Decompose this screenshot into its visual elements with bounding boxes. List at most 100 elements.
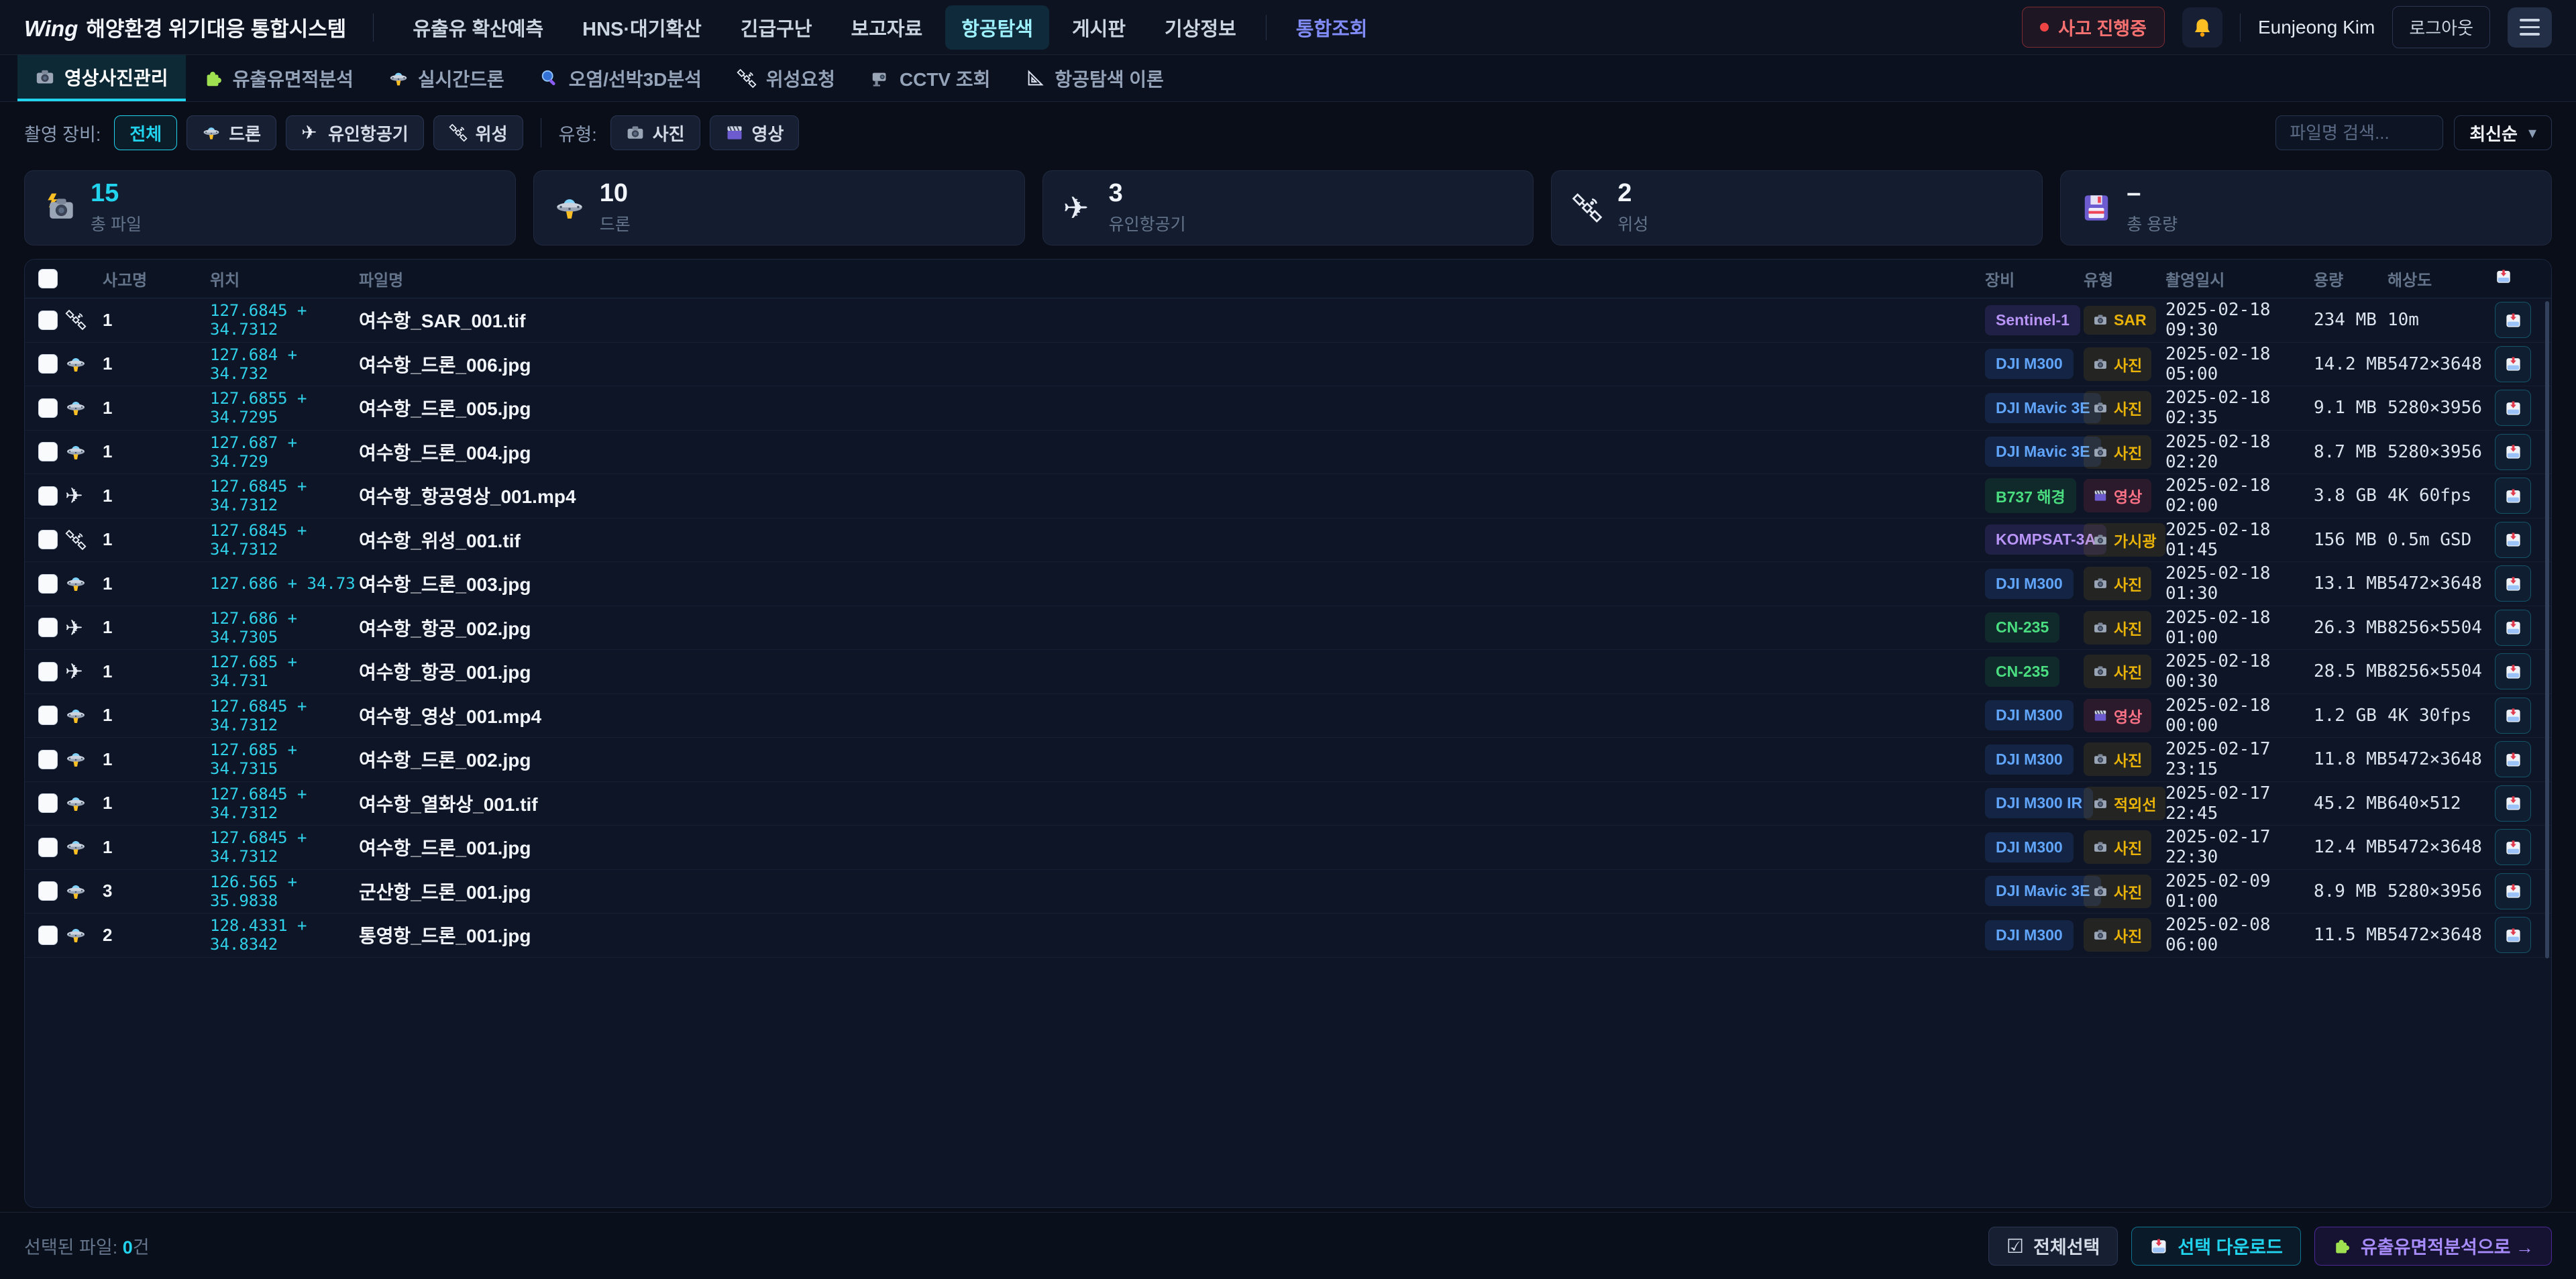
download-button[interactable] [2495, 741, 2531, 777]
tab-실시간드론[interactable]: 실시간드론 [371, 55, 522, 101]
row-checkbox[interactable] [38, 750, 58, 769]
location-cell[interactable]: 126.565 + 35.9838 [210, 873, 359, 910]
notifications-button[interactable] [2182, 7, 2222, 48]
table-row[interactable]: 1127.6845 + 34.7312여수항_열화상_001.tifDJI M3… [25, 782, 2551, 826]
table-row[interactable]: 1127.684 + 34.732여수항_드론_006.jpgDJI M300사… [25, 343, 2551, 387]
location-cell[interactable]: 127.6845 + 34.7312 [210, 477, 359, 514]
download-selected-button[interactable]: 선택 다운로드 [2131, 1227, 2301, 1266]
row-checkbox[interactable] [38, 398, 58, 418]
menu-button[interactable] [2508, 7, 2552, 48]
table-row[interactable]: ✈1127.686 + 34.7305여수항_항공_002.jpgCN-235사… [25, 606, 2551, 651]
row-checkbox[interactable] [38, 926, 58, 945]
equipment-filter-드론[interactable]: 드론 [186, 115, 276, 150]
row-checkbox[interactable] [38, 838, 58, 857]
table-row[interactable]: 2128.4331 + 34.8342통영항_드론_001.jpgDJI M30… [25, 913, 2551, 958]
sort-dropdown[interactable]: 최신순 ▾ [2454, 115, 2552, 150]
location-cell[interactable]: 128.4331 + 34.8342 [210, 916, 359, 954]
go-to-oil-area-analysis-button[interactable]: 유출유면적분석으로 → [2314, 1227, 2552, 1266]
drone-icon [65, 705, 87, 726]
table-row[interactable]: ✈1127.6845 + 34.7312여수항_항공영상_001.mp4B737… [25, 474, 2551, 518]
row-checkbox[interactable] [38, 354, 58, 374]
location-cell[interactable]: 127.684 + 34.732 [210, 345, 359, 383]
nav-item-HNS·대기확산[interactable]: HNS·대기확산 [566, 5, 718, 50]
location-cell[interactable]: 127.6845 + 34.7312 [210, 301, 359, 339]
select-all-button[interactable]: ☑ 전체선택 [1988, 1227, 2118, 1266]
tab-유출유면적분석[interactable]: 유출유면적분석 [186, 55, 371, 101]
nav-item-통합조회[interactable]: 통합조회 [1280, 5, 1384, 50]
row-checkbox[interactable] [38, 662, 58, 681]
search-input[interactable] [2275, 115, 2443, 150]
row-checkbox[interactable] [38, 311, 58, 330]
table-row[interactable]: ✈1127.685 + 34.731여수항_항공_001.jpgCN-235사진… [25, 650, 2551, 694]
download-button[interactable] [2495, 873, 2531, 909]
download-button[interactable] [2495, 698, 2531, 734]
resolution-cell: 10m [2387, 310, 2495, 330]
location-cell[interactable]: 127.6845 + 34.7312 [210, 828, 359, 866]
drone-icon [388, 68, 409, 89]
equipment-filter-위성[interactable]: 위성 [433, 115, 523, 150]
row-checkbox[interactable] [38, 442, 58, 461]
download-button[interactable] [2495, 785, 2531, 822]
tab-항공탐색 이론[interactable]: 항공탐색 이론 [1008, 55, 1181, 101]
header-checkbox[interactable] [38, 269, 58, 288]
nav-item-게시판[interactable]: 게시판 [1056, 5, 1142, 50]
download-button[interactable] [2495, 917, 2531, 953]
nav-item-기상정보[interactable]: 기상정보 [1148, 5, 1252, 50]
tab-오염/선박3D분석[interactable]: 오염/선박3D분석 [522, 55, 719, 101]
location-cell[interactable]: 127.685 + 34.731 [210, 653, 359, 690]
location-cell[interactable]: 127.6855 + 34.7295 [210, 389, 359, 427]
table-row[interactable]: 1127.6845 + 34.7312여수항_위성_001.tifKOMPSAT… [25, 518, 2551, 563]
table-row[interactable]: 1127.6845 + 34.7312여수항_드론_001.jpgDJI M30… [25, 826, 2551, 870]
download-button[interactable] [2495, 829, 2531, 865]
type-filter-사진[interactable]: 사진 [610, 115, 700, 150]
tab-위성요청[interactable]: 위성요청 [719, 55, 853, 101]
row-checkbox[interactable] [38, 618, 58, 637]
row-checkbox[interactable] [38, 881, 58, 901]
table-row[interactable]: 1127.687 + 34.729여수항_드론_004.jpgDJI Mavic… [25, 431, 2551, 475]
filename-cell: 여수항_SAR_001.tif [359, 307, 1985, 333]
equipment-filter-유인항공기[interactable]: ✈유인항공기 [286, 115, 424, 150]
download-button[interactable] [2495, 390, 2531, 426]
scrollbar[interactable] [2545, 301, 2549, 958]
row-checkbox[interactable] [38, 530, 58, 549]
nav-item-항공탐색[interactable]: 항공탐색 [945, 5, 1049, 50]
download-button[interactable] [2495, 478, 2531, 514]
download-button[interactable] [2495, 346, 2531, 382]
nav-item-보고자료[interactable]: 보고자료 [835, 5, 939, 50]
location-cell[interactable]: 127.687 + 34.729 [210, 433, 359, 471]
table-row[interactable]: 1127.685 + 34.7315여수항_드론_002.jpgDJI M300… [25, 738, 2551, 782]
tab-CCTV 조회[interactable]: CCTV 조회 [853, 55, 1008, 101]
row-checkbox[interactable] [38, 793, 58, 813]
nav-item-유출유 확산예측[interactable]: 유출유 확산예측 [396, 5, 559, 50]
location-cell[interactable]: 127.6845 + 34.7312 [210, 697, 359, 734]
location-cell[interactable]: 127.6845 + 34.7312 [210, 521, 359, 559]
equipment-filter-전체[interactable]: 전체 [114, 115, 177, 150]
table-row[interactable]: 3126.565 + 35.9838군산항_드론_001.jpgDJI Mavi… [25, 870, 2551, 914]
table-row[interactable]: 1127.6855 + 34.7295여수항_드론_005.jpgDJI Mav… [25, 386, 2551, 431]
logout-button[interactable]: 로그아웃 [2392, 6, 2490, 48]
download-button[interactable] [2495, 565, 2531, 602]
location-cell[interactable]: 127.686 + 34.73 [210, 574, 359, 593]
download-button[interactable] [2495, 522, 2531, 558]
nav-item-긴급구난[interactable]: 긴급구난 [724, 5, 828, 50]
download-button[interactable] [2495, 653, 2531, 689]
row-checkbox[interactable] [38, 486, 58, 506]
location-cell[interactable]: 127.685 + 34.7315 [210, 740, 359, 778]
row-checkbox[interactable] [38, 706, 58, 725]
table-row[interactable]: 1127.6845 + 34.7312여수항_SAR_001.tifSentin… [25, 298, 2551, 343]
type-filter-영상[interactable]: 영상 [710, 115, 800, 150]
satellite-icon [449, 123, 468, 142]
clapper-icon [2093, 708, 2108, 723]
download-button[interactable] [2495, 302, 2531, 338]
location-cell[interactable]: 127.6845 + 34.7312 [210, 785, 359, 822]
location-cell[interactable]: 127.686 + 34.7305 [210, 609, 359, 647]
device-badge: DJI M300 [1985, 569, 2074, 599]
type-badge: 사진 [2084, 742, 2151, 776]
row-checkbox[interactable] [38, 574, 58, 594]
table-row[interactable]: 1127.6845 + 34.7312여수항_영상_001.mp4DJI M30… [25, 694, 2551, 738]
tab-영상사진관리[interactable]: 영상사진관리 [17, 55, 186, 101]
source-cell [65, 793, 103, 814]
download-button[interactable] [2495, 434, 2531, 470]
download-button[interactable] [2495, 610, 2531, 646]
table-row[interactable]: 1127.686 + 34.73여수항_드론_003.jpgDJI M300사진… [25, 562, 2551, 606]
